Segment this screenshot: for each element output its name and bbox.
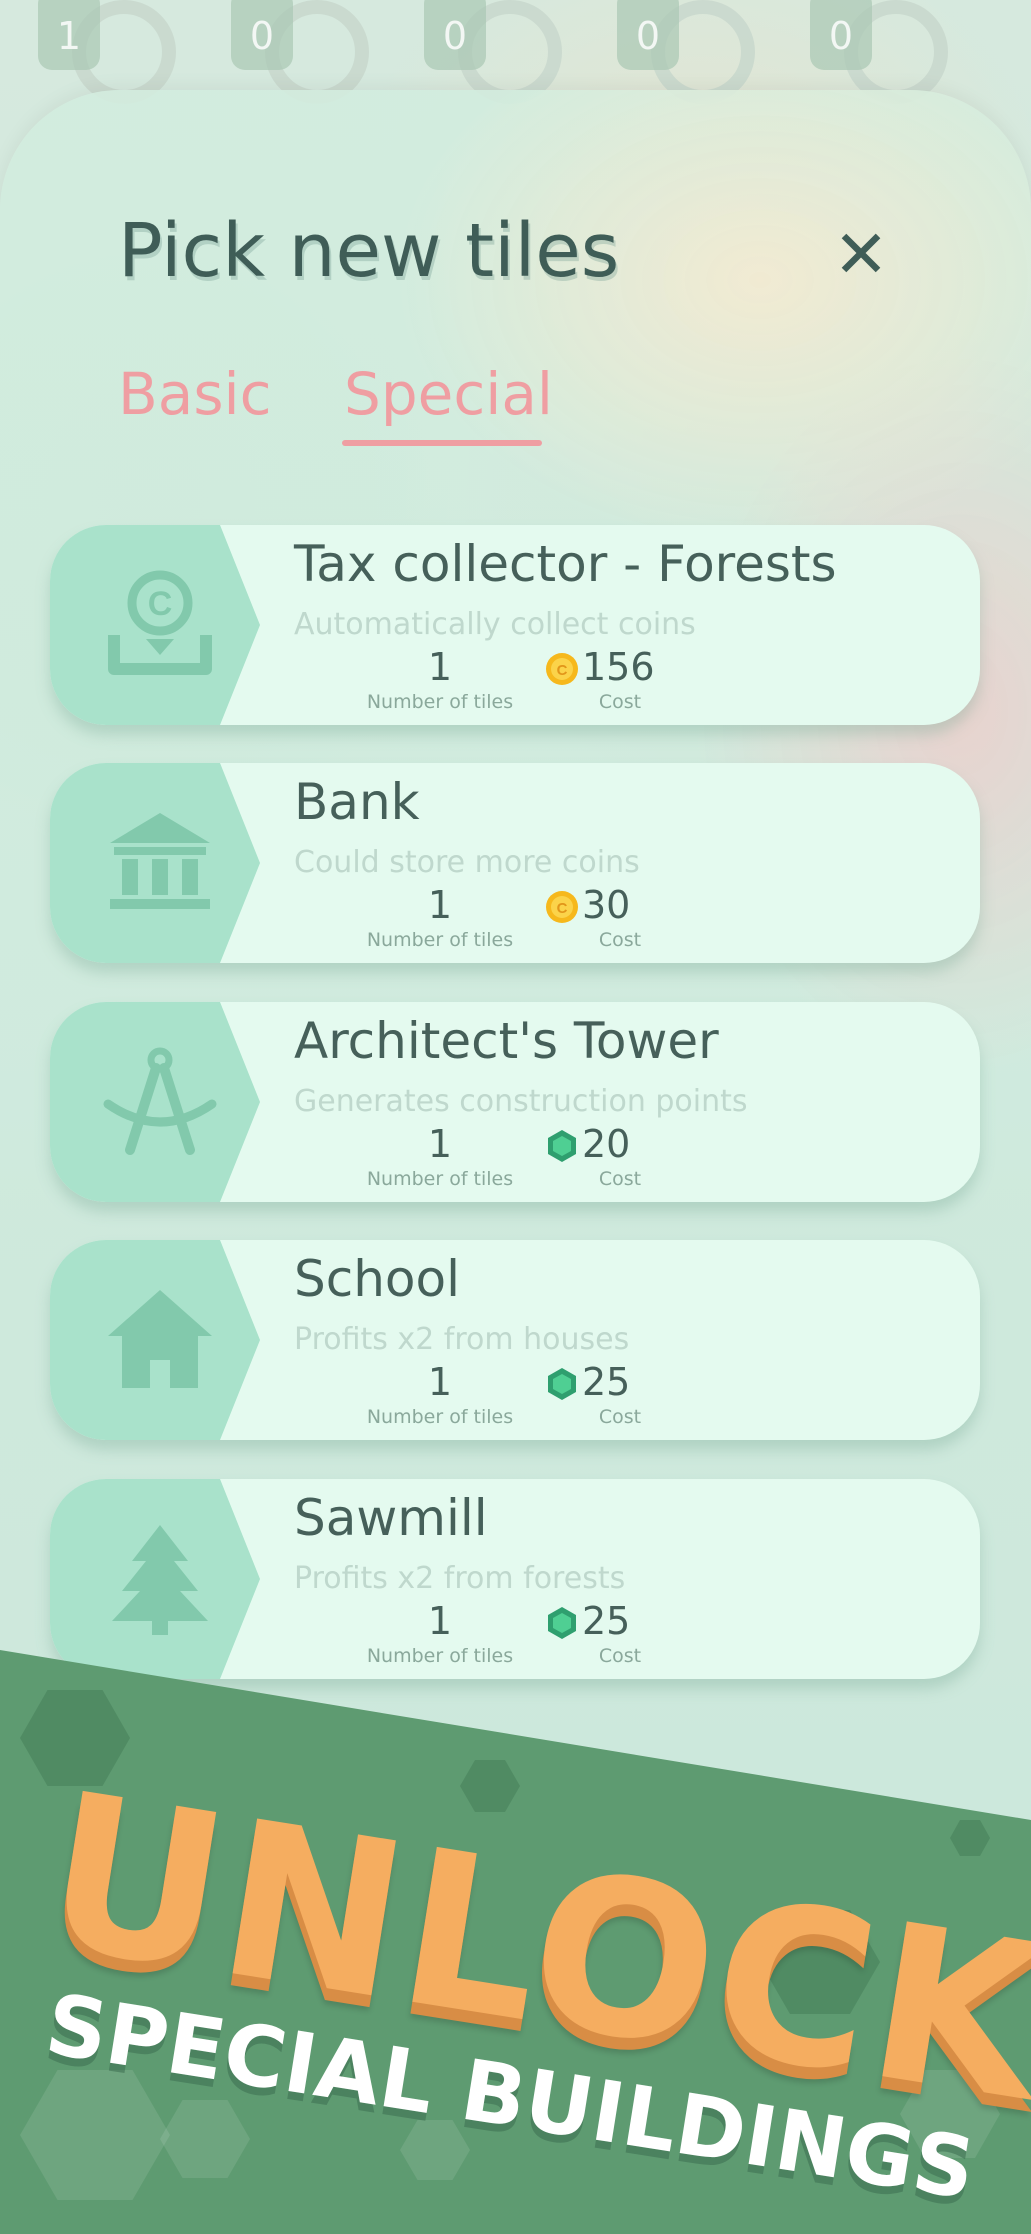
tile-cost-label: Cost [598, 1168, 642, 1190]
tile-description: Could store more coins [294, 845, 640, 880]
tile-cost: 156 [582, 645, 655, 689]
tile-count: 1 [427, 883, 453, 927]
hex-decoration [20, 2070, 170, 2200]
tile-card-tax-collector[interactable]: C Tax collector - Forests Automatically … [50, 525, 980, 725]
tile-name: Sawmill [294, 1489, 488, 1547]
tile-description: Profits x2 from forests [294, 1561, 626, 1596]
svg-text:C: C [148, 585, 173, 623]
hex-decoration [160, 2100, 250, 2178]
house-icon [108, 1290, 212, 1388]
tile-description: Automatically collect coins [294, 607, 696, 642]
tile-name: Bank [294, 773, 420, 831]
tile-name: School [294, 1250, 460, 1308]
gem-icon [548, 1368, 576, 1400]
tab-basic[interactable]: Basic [118, 360, 272, 428]
compass-icon [103, 1047, 217, 1155]
hex-decoration [950, 1820, 990, 1856]
tile-description: Generates construction points [294, 1084, 748, 1119]
resource-count: 0 [231, 0, 293, 70]
tile-count: 1 [427, 1122, 453, 1166]
tile-cost: 30 [582, 883, 631, 927]
modal-title: Pick new tiles [118, 208, 620, 294]
coin-icon: C [546, 653, 578, 685]
tile-cost-label: Cost [598, 1645, 642, 1667]
close-button[interactable]: ✕ [828, 222, 894, 288]
tile-count: 1 [427, 1599, 453, 1643]
resource-counter: 0 [231, 0, 369, 104]
resource-counter: 0 [617, 0, 755, 104]
resource-counter: 0 [810, 0, 948, 104]
tile-card-bank[interactable]: Bank Could store more coins 1 Number of … [50, 763, 980, 963]
active-tab-indicator [342, 440, 542, 446]
tile-count-label: Number of tiles [366, 1645, 514, 1667]
tile-count: 1 [427, 1360, 453, 1404]
tile-count-label: Number of tiles [366, 929, 514, 951]
tab-special[interactable]: Special [344, 360, 553, 428]
tile-cost-label: Cost [598, 1406, 642, 1428]
resource-count: 0 [617, 0, 679, 70]
tile-cost: 25 [582, 1599, 631, 1643]
tile-card-school[interactable]: School Profits x2 from houses 1 Number o… [50, 1240, 980, 1440]
svg-text:C: C [557, 662, 568, 679]
tile-cost-label: Cost [598, 691, 642, 713]
tile-cost: 20 [582, 1122, 631, 1166]
tile-card-architects-tower[interactable]: Architect's Tower Generates construction… [50, 1002, 980, 1202]
tile-count-label: Number of tiles [366, 691, 514, 713]
bank-icon [110, 813, 210, 909]
tile-name: Architect's Tower [294, 1012, 719, 1070]
resource-count: 0 [424, 0, 486, 70]
resource-counter: 0 [424, 0, 562, 104]
tile-count-label: Number of tiles [366, 1406, 514, 1428]
gem-icon [548, 1130, 576, 1162]
gem-icon [548, 1607, 576, 1639]
tile-name: Tax collector - Forests [294, 535, 837, 593]
tile-cost-label: Cost [598, 929, 642, 951]
resource-bar: 1 0 0 0 0 [0, 0, 1031, 104]
coin-icon: C [546, 891, 578, 923]
tax-collector-icon: C [108, 570, 212, 675]
resource-counter: 1 [38, 0, 176, 104]
svg-text:C: C [557, 900, 568, 917]
resource-count: 1 [38, 0, 100, 70]
tile-cost: 25 [582, 1360, 631, 1404]
hex-decoration [460, 1760, 520, 1812]
tile-description: Profits x2 from houses [294, 1322, 630, 1357]
tree-icon [112, 1525, 208, 1635]
resource-count: 0 [810, 0, 872, 70]
tile-count: 1 [427, 645, 453, 689]
tile-card-sawmill[interactable]: Sawmill Profits x2 from forests 1 Number… [50, 1479, 980, 1679]
tile-count-label: Number of tiles [366, 1168, 514, 1190]
